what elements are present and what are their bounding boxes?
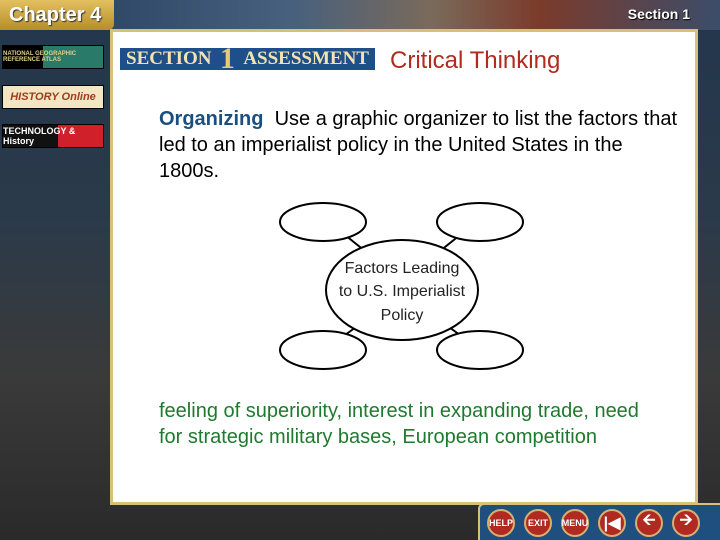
question-keyword: Organizing: [159, 108, 264, 130]
reference-atlas-button[interactable]: NATIONAL GEOGRAPHIC REFERENCE ATLAS: [2, 45, 104, 69]
banner-number: 1: [219, 42, 235, 75]
center-line-1: Factors Leading: [345, 260, 460, 277]
arrow-right-icon: 🡪: [679, 512, 693, 529]
center-line-2: to U.S. Imperialist: [339, 283, 466, 300]
menu-button[interactable]: MENU: [561, 508, 589, 537]
section-label: Section 1: [627, 6, 690, 22]
empty-oval-bottom-right: [436, 330, 524, 370]
first-slide-button[interactable]: |◀: [598, 508, 626, 537]
question-text: Organizing Use a graphic organizer to li…: [159, 106, 679, 184]
answer-text: feeling of superiority, interest in expa…: [159, 400, 639, 448]
empty-oval-top-left: [279, 202, 367, 242]
help-button[interactable]: HELP: [487, 508, 515, 537]
graphic-organizer: Factors Leading to U.S. Imperialist Poli…: [279, 202, 524, 370]
technology-history-button[interactable]: TECHNOLOGY & History: [2, 124, 104, 148]
section-assessment-banner: SECTION 1 ASSESSMENT: [120, 42, 375, 75]
critical-thinking-heading: Critical Thinking: [390, 47, 561, 74]
history-online-button[interactable]: HISTORY Online: [2, 85, 104, 109]
first-slide-icon: |◀: [603, 514, 621, 532]
center-line-3: Policy: [381, 307, 424, 324]
history-online-label: HISTORY Online: [10, 91, 96, 103]
navigation-bar: HELP EXIT MENU |◀ 🡨 🡪: [478, 503, 720, 540]
empty-oval-top-right: [436, 202, 524, 242]
banner-section: SECTION: [126, 48, 212, 69]
chapter-tab[interactable]: Chapter 4: [0, 0, 114, 30]
exit-button[interactable]: EXIT: [524, 508, 552, 537]
arrow-left-icon: 🡨: [642, 512, 656, 529]
reference-atlas-label: NATIONAL GEOGRAPHIC REFERENCE ATLAS: [3, 51, 77, 63]
technology-history-label: TECHNOLOGY & History: [3, 126, 76, 146]
previous-button[interactable]: 🡨: [635, 508, 663, 537]
banner-assessment: ASSESSMENT: [243, 48, 369, 69]
empty-oval-bottom-left: [279, 330, 367, 370]
next-button[interactable]: 🡪: [672, 508, 700, 537]
